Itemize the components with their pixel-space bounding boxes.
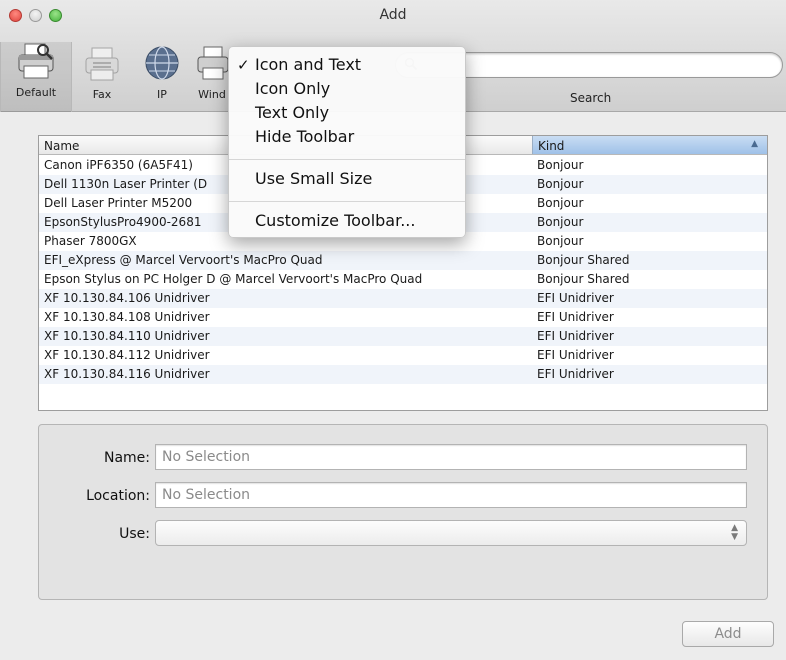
use-label: Use:: [119, 526, 150, 542]
menu-item-hide-toolbar[interactable]: Hide Toolbar: [255, 127, 354, 146]
printer-name: XF 10.130.84.108 Unidriver: [44, 310, 210, 324]
printer-name: Dell Laser Printer M5200: [44, 196, 193, 210]
printer-name: XF 10.130.84.110 Unidriver: [44, 329, 210, 343]
fax-icon: [82, 44, 122, 82]
toolbar-ip-button[interactable]: IP: [140, 44, 184, 101]
window-title: Add: [379, 7, 407, 23]
printer-name: Canon iPF6350 (6A5F41): [44, 158, 193, 172]
printer-kind: Bonjour: [537, 177, 584, 191]
table-row[interactable]: XF 10.130.84.110 Unidriver EFI Unidriver: [39, 327, 767, 346]
table-row[interactable]: Epson Stylus on PC Holger D @ Marcel Ver…: [39, 270, 767, 289]
printer-kind: Bonjour Shared: [537, 253, 630, 267]
toolbar-fax-button[interactable]: Fax: [80, 44, 124, 101]
printer-name: XF 10.130.84.116 Unidriver: [44, 367, 210, 381]
table-row[interactable]: XF 10.130.84.116 Unidriver EFI Unidriver: [39, 365, 767, 384]
printer-kind: Bonjour: [537, 215, 584, 229]
printer-kind: Bonjour: [537, 196, 584, 210]
menu-item-text-only[interactable]: Text Only: [255, 103, 329, 122]
printer-kind: Bonjour: [537, 158, 584, 172]
column-header-name[interactable]: Name: [44, 139, 79, 153]
column-header-kind-label: Kind: [538, 139, 565, 153]
printer-name: EpsonStylusPro4900-2681: [44, 215, 202, 229]
printer-icon: [16, 42, 56, 80]
search-label: Search: [570, 91, 612, 105]
menu-item-customize-toolbar[interactable]: Customize Toolbar...: [255, 211, 415, 230]
printer-kind: Bonjour Shared: [537, 272, 630, 286]
table-row[interactable]: [39, 384, 767, 403]
table-row[interactable]: XF 10.130.84.112 Unidriver EFI Unidriver: [39, 346, 767, 365]
toolbar-ip-label: IP: [157, 88, 167, 101]
toolbar-windows-label: Wind: [198, 88, 226, 101]
printer-name: Phaser 7800GX: [44, 234, 137, 248]
add-printer-window: Add Default Fax IP Wind Search Name Kind…: [0, 0, 786, 660]
checkmark-icon: ✓: [237, 56, 250, 74]
sort-ascending-icon: ▲: [751, 139, 758, 149]
windows-printer-icon: [192, 44, 232, 82]
name-label: Name:: [103, 450, 150, 466]
printer-kind: EFI Unidriver: [537, 291, 614, 305]
location-label: Location:: [86, 488, 150, 504]
printer-name: Dell 1130n Laser Printer (D: [44, 177, 208, 191]
stepper-arrows-icon: ▲ ▼: [731, 523, 738, 542]
printer-kind: EFI Unidriver: [537, 348, 614, 362]
table-row[interactable]: EFI_eXpress @ Marcel Vervoort's MacPro Q…: [39, 251, 767, 270]
printer-name: XF 10.130.84.106 Unidriver: [44, 291, 210, 305]
printer-kind: Bonjour: [537, 234, 584, 248]
column-header-kind[interactable]: Kind ▲: [532, 136, 767, 154]
menu-item-icon-only[interactable]: Icon Only: [255, 79, 330, 98]
toolbar-default-button[interactable]: Default: [0, 42, 72, 112]
printer-kind: EFI Unidriver: [537, 367, 614, 381]
toolbar-default-label: Default: [15, 86, 57, 99]
toolbar-fax-label: Fax: [92, 88, 112, 101]
toolbar-windows-button[interactable]: Wind: [192, 44, 232, 101]
printer-kind: EFI Unidriver: [537, 310, 614, 324]
menu-item-icon-and-text[interactable]: Icon and Text: [255, 55, 361, 74]
printer-name: XF 10.130.84.112 Unidriver: [44, 348, 210, 362]
printer-kind: EFI Unidriver: [537, 329, 614, 343]
menu-separator: [229, 159, 465, 160]
table-row[interactable]: XF 10.130.84.108 Unidriver EFI Unidriver: [39, 308, 767, 327]
name-field[interactable]: No Selection: [155, 444, 747, 470]
table-row[interactable]: XF 10.130.84.106 Unidriver EFI Unidriver: [39, 289, 767, 308]
add-button[interactable]: Add: [682, 621, 774, 647]
printer-name: EFI_eXpress @ Marcel Vervoort's MacPro Q…: [44, 253, 323, 267]
menu-separator: [229, 201, 465, 202]
use-driver-popup[interactable]: ▲ ▼: [155, 520, 747, 546]
globe-icon: [142, 44, 182, 82]
printer-name: Epson Stylus on PC Holger D @ Marcel Ver…: [44, 272, 423, 286]
toolbar-context-menu: ✓ Icon and Text Icon Only Text Only Hide…: [228, 46, 466, 238]
menu-item-use-small-size[interactable]: Use Small Size: [255, 169, 372, 188]
location-field[interactable]: No Selection: [155, 482, 747, 508]
